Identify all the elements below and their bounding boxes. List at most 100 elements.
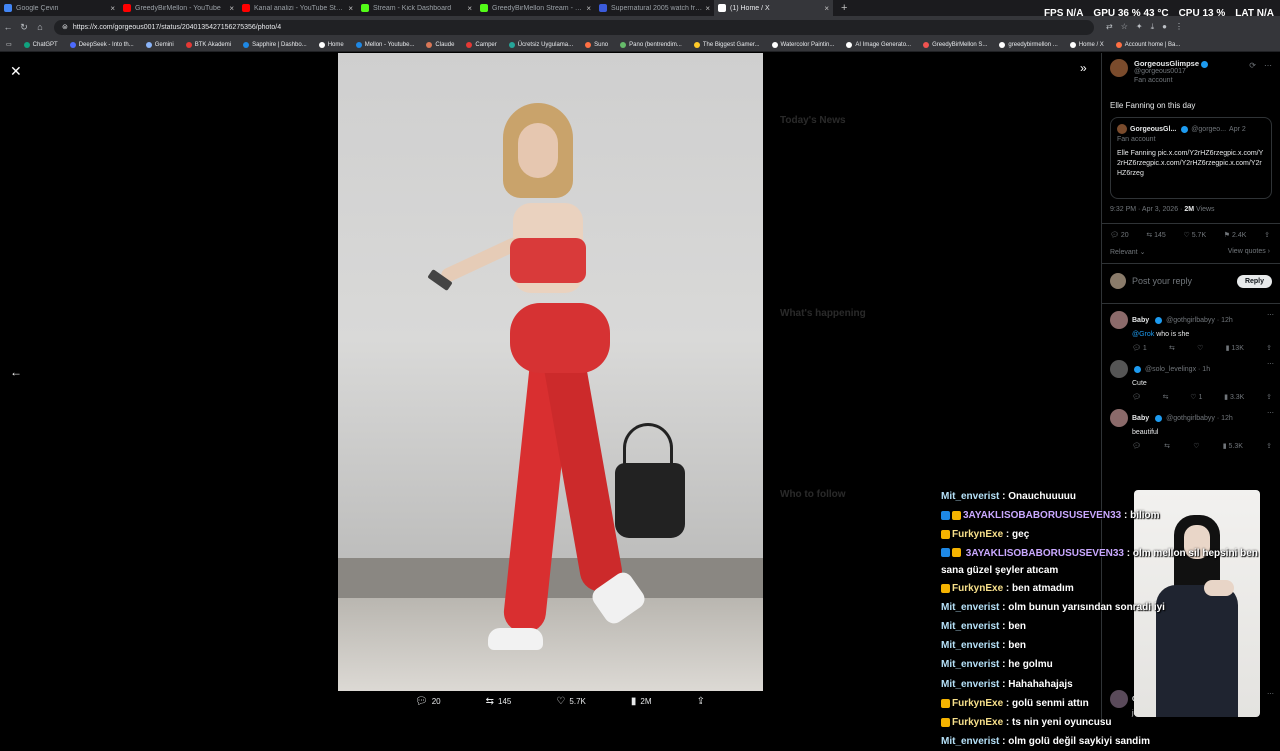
reply-share-button[interactable]: ⇪ [1266, 442, 1272, 450]
reply-avatar[interactable] [1110, 311, 1128, 329]
bookmark-item[interactable]: Suno [579, 41, 614, 48]
bookmark-item[interactable]: Gemini [140, 41, 180, 48]
bookmark-item[interactable]: Account home | Ba... [1110, 41, 1187, 48]
bookmark-item[interactable]: AI Image Generato... [840, 41, 917, 48]
views-button[interactable]: ▮ 2M [631, 696, 652, 707]
browser-tab[interactable]: (1) Home / X × [714, 0, 833, 16]
collapse-sidebar-icon[interactable]: » [1080, 61, 1087, 75]
more-icon[interactable]: ⋯ [1264, 61, 1272, 70]
reply-author[interactable]: Baby [1132, 317, 1149, 324]
reply-item[interactable]: Baby @gothgirlbabyy · 12h @Grok who is she… [1110, 311, 1274, 352]
sidebar-share-icon[interactable]: ⇪ [1264, 231, 1270, 239]
sidebar-bookmark-button[interactable]: ⚑ 2.4K [1224, 231, 1247, 239]
reply-author[interactable]: Baby [1132, 415, 1149, 422]
bookmark-item[interactable]: Camper [460, 41, 502, 48]
share-button[interactable]: ⇪ [697, 696, 705, 707]
browser-tab[interactable]: GreedyBirMellon - YouTube × [119, 0, 238, 16]
tab-close-icon[interactable]: × [229, 4, 234, 13]
reply-views-button[interactable]: ▮ 13K [1226, 344, 1244, 352]
reply-share-button[interactable]: ⇪ [1266, 393, 1272, 401]
reply-repost-button[interactable]: ⇆ [1169, 344, 1175, 352]
reply-item[interactable]: @solo_levelingx · 1h Cute 💬︎ ⇆ ♡ 1 ▮ 3.3K ⇪ … [1110, 360, 1274, 401]
reply-like-button[interactable]: ♡ [1197, 344, 1203, 352]
reply-reply-button[interactable]: 💬︎ 1 [1132, 344, 1147, 352]
reply-handle[interactable]: @gothgirlbabyy · 12h [1166, 415, 1233, 422]
reply-reply-button[interactable]: 💬︎ [1132, 393, 1141, 401]
browser-tab[interactable]: Supernatural 2005 watch free - 1× [595, 0, 714, 16]
reply-views-button[interactable]: ▮ 5.3K [1223, 442, 1243, 450]
reply-repost-button[interactable]: ⇆ [1163, 393, 1169, 401]
download-icon[interactable]: ⤓ [1151, 22, 1155, 32]
bookmark-item[interactable]: GreedyBirMellon S... [917, 41, 993, 48]
grok-icon[interactable]: ⟳ [1249, 61, 1256, 70]
bookmark-item[interactable]: Home / X [1064, 41, 1110, 48]
browser-tab[interactable]: GreedyBirMellon Stream - Watch× [476, 0, 595, 16]
site-info-icon[interactable]: ⊜ [62, 23, 68, 31]
reply-more-icon[interactable]: ⋯ [1267, 311, 1274, 319]
bookmark-item[interactable]: greedybirmellon ... [993, 41, 1063, 48]
tab-close-icon[interactable]: × [824, 4, 829, 13]
author-handle[interactable]: @gorgeous0017 [1134, 68, 1208, 75]
reply-handle[interactable]: @gothgirlbabyy · 12h [1166, 317, 1233, 324]
bookmark-item[interactable]: BTK Akademi [180, 41, 237, 48]
bookmark-item[interactable]: Sapphire | Dashbo... [237, 41, 313, 48]
reply-reply-button[interactable]: 💬︎ [1132, 442, 1141, 450]
reply-avatar[interactable] [1110, 360, 1128, 378]
quoted-post[interactable]: GorgeousGl... @gorgeo... Apr 2 Fan accou… [1110, 117, 1272, 199]
author-name[interactable]: GorgeousGlimpse [1134, 59, 1199, 68]
bookmark-item[interactable]: ChatGPT [18, 41, 64, 48]
tab-close-icon[interactable]: × [586, 4, 591, 13]
translate-icon[interactable]: ⇄ [1106, 22, 1113, 32]
sidebar-like-button[interactable]: ♡ 5.7K [1183, 231, 1206, 239]
sort-relevant-dropdown[interactable]: Relevant ⌄ [1110, 248, 1145, 256]
reply-more-icon[interactable]: ⋯ [1267, 409, 1274, 417]
like-button[interactable]: ♡ 5.7K [556, 696, 585, 707]
browser-tab[interactable]: Kanal analizi - YouTube Studio × [238, 0, 357, 16]
bookmark-star-icon[interactable]: ☆ [1121, 22, 1128, 32]
reply-repost-button[interactable]: ⇆ [1164, 442, 1170, 450]
bookmark-item[interactable]: The Biggest Gamer... [688, 41, 766, 48]
reply-more-icon[interactable]: ⋯ [1267, 360, 1274, 368]
previous-photo-icon[interactable]: ← [10, 365, 22, 379]
repost-button[interactable]: ⇆ 145 [486, 696, 512, 707]
reply-item[interactable]: Baby @gothgirlbabyy · 12h beautiful 💬︎ ⇆ ♡ … [1110, 409, 1274, 450]
bookmark-item[interactable]: Watercolor Paintin... [766, 41, 841, 48]
reply-views-button[interactable]: ▮ 3.3K [1224, 393, 1244, 401]
bookmark-item[interactable]: Ücretsiz Uygulama... [503, 41, 579, 48]
sidebar-repost-button[interactable]: ⇆ 145 [1146, 231, 1166, 239]
reply-button[interactable]: 💬︎ 20 [415, 696, 441, 707]
reply-submit-button[interactable]: Reply [1236, 274, 1272, 288]
bookmark-item[interactable]: Home [313, 41, 350, 48]
view-quotes-link[interactable]: View quotes › [1228, 248, 1270, 255]
bookmark-item[interactable]: DeepSeek - Into th... [64, 41, 140, 48]
tab-close-icon[interactable]: × [110, 4, 115, 13]
bookmark-item[interactable]: Mellon - Youtube... [350, 41, 421, 48]
reply-like-button[interactable]: ♡ [1193, 442, 1199, 450]
sidebar-reply-button[interactable]: 💬︎ 20 [1110, 231, 1129, 239]
profile-avatar[interactable]: ● [1162, 22, 1167, 32]
back-icon[interactable]: ← [0, 22, 16, 32]
tab-close-icon[interactable]: × [348, 4, 353, 13]
home-icon[interactable]: ⌂ [32, 22, 48, 32]
reply-share-button[interactable]: ⇪ [1266, 344, 1272, 352]
tab-close-icon[interactable]: × [705, 4, 710, 13]
browser-tab[interactable]: Stream - Kick Dashboard × [357, 0, 476, 16]
browser-tab[interactable]: Google Çeviri × [0, 0, 119, 16]
close-icon[interactable]: ✕ [10, 63, 22, 80]
bookmark-item[interactable]: Claude [420, 41, 460, 48]
menu-icon[interactable]: ⋮ [1175, 22, 1183, 32]
bookmarks-apps-icon[interactable]: ▭ [0, 41, 18, 48]
reply-mention[interactable]: @Grok [1132, 331, 1154, 338]
url-input[interactable]: ⊜ https://x.com/gorgeous0017/status/2040… [54, 19, 1094, 35]
reload-icon[interactable]: ↻ [16, 22, 32, 33]
tab-close-icon[interactable]: × [467, 4, 472, 13]
reply-like-button[interactable]: ♡ 1 [1190, 393, 1202, 401]
reply-avatar[interactable] [1110, 409, 1128, 427]
author-avatar[interactable] [1110, 59, 1128, 77]
chat-badge-icon [941, 717, 950, 727]
bookmark-item[interactable]: Pano (bentrendim... [614, 41, 688, 48]
reply-input[interactable]: Post your reply [1132, 276, 1231, 286]
extensions-icon[interactable]: ✦ [1136, 22, 1143, 32]
reply-handle[interactable]: @solo_levelingx · 1h [1145, 366, 1210, 373]
new-tab-icon[interactable]: + [841, 2, 847, 14]
